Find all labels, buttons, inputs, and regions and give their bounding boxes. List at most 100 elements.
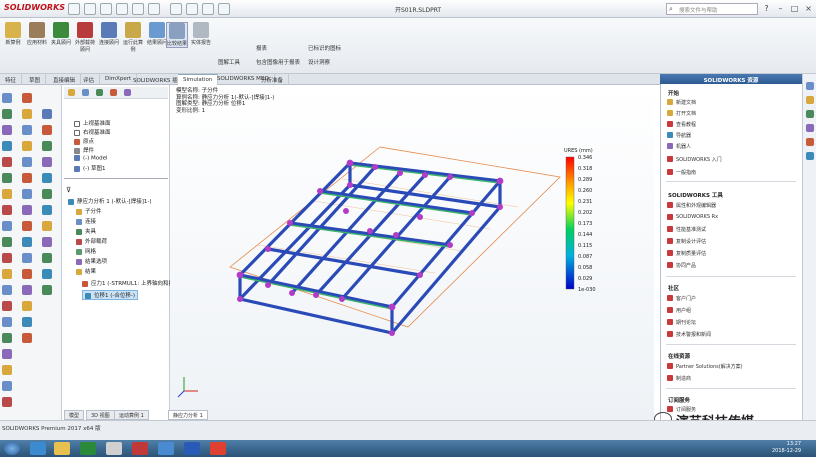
link-copy-design-eval[interactable]: 复制设计评估	[667, 238, 706, 245]
filter-icon[interactable]: ⊽	[66, 186, 71, 194]
link-general-guide[interactable]: 一般指南	[667, 169, 696, 176]
appearances-tab-icon[interactable]	[806, 138, 814, 146]
app-icon[interactable]	[132, 442, 148, 455]
tool-icon[interactable]	[2, 157, 12, 167]
link-collab-products[interactable]: 协同产品	[667, 262, 696, 269]
tool-icon[interactable]	[22, 109, 32, 119]
close-button[interactable]: ×	[802, 3, 815, 14]
tool-icon[interactable]	[22, 253, 32, 263]
system-clock[interactable]: 13:27 2018-12-29	[772, 441, 801, 455]
app-icon[interactable]	[106, 442, 122, 455]
ribbon-marked-icons[interactable]: 已标识的图标	[308, 44, 341, 52]
link-open-document[interactable]: 打开文档	[667, 110, 696, 117]
solidworks-taskbar-icon[interactable]	[210, 442, 226, 455]
tab-evaluate[interactable]: 评估	[78, 74, 101, 85]
tool-icon[interactable]	[2, 237, 12, 247]
property-tab-icon[interactable]	[82, 89, 89, 96]
tab-motion-study[interactable]: 运动算例 1	[114, 410, 149, 420]
search-input[interactable]: ⌕ 搜索文件与帮助	[666, 3, 758, 15]
media-icon[interactable]	[80, 442, 96, 455]
app-icon[interactable]	[158, 442, 174, 455]
tree-item-study[interactable]: 静应力分析 1 (-默认-[焊接]1-)	[68, 197, 152, 205]
home-icon[interactable]	[68, 3, 80, 15]
resources-tab-icon[interactable]	[806, 82, 814, 90]
link-navigator[interactable]: 导航器	[667, 132, 691, 139]
ribbon-entity-report-button[interactable]: 实体报告	[190, 22, 212, 46]
start-button-icon[interactable]	[4, 442, 20, 455]
word-icon[interactable]	[184, 442, 200, 455]
open-icon[interactable]	[100, 3, 112, 15]
tool-icon[interactable]	[42, 269, 52, 279]
tree-item-result-options[interactable]: 结果选项	[76, 257, 107, 265]
tool-icon[interactable]	[2, 333, 12, 343]
maximize-button[interactable]: □	[788, 3, 801, 14]
link-robot[interactable]: 机器人	[667, 143, 691, 150]
tool-icon[interactable]	[2, 109, 12, 119]
ribbon-include-image[interactable]: 包含图像用于报表	[256, 58, 300, 66]
save-icon[interactable]	[116, 3, 128, 15]
link-property-tab-builder[interactable]: 属性和外观编辑器	[667, 202, 716, 209]
config-tab-icon[interactable]	[96, 89, 103, 96]
tool-icon[interactable]	[42, 253, 52, 263]
tool-icon[interactable]	[42, 109, 52, 119]
view-palette-tab-icon[interactable]	[806, 124, 814, 132]
link-getting-started[interactable]: SOLIDWORKS 入门	[667, 156, 722, 163]
link-manufacturers[interactable]: 制造商	[667, 375, 691, 382]
tool-icon[interactable]	[2, 365, 12, 375]
tool-icon[interactable]	[42, 221, 52, 231]
tree-item-model[interactable]: (-) Model	[74, 155, 108, 162]
ribbon-new-study-button[interactable]: 新算例	[2, 22, 24, 46]
ie-icon[interactable]	[30, 442, 46, 455]
tool-icon[interactable]	[22, 189, 32, 199]
graphics-viewport[interactable]	[170, 85, 654, 420]
tab-model[interactable]: 模型	[64, 410, 85, 420]
tool-icon[interactable]	[2, 173, 12, 183]
tool-icon[interactable]	[42, 189, 52, 199]
link-tutorials[interactable]: 查看教程	[667, 121, 696, 128]
link-performance-benchmark[interactable]: 性能基准测试	[667, 226, 706, 233]
tool-icon[interactable]	[22, 221, 32, 231]
tool-icon[interactable]	[2, 253, 12, 263]
tool-icon[interactable]	[2, 189, 12, 199]
tool-icon[interactable]	[22, 157, 32, 167]
ribbon-fixtures-button[interactable]: 夹具顾问	[50, 22, 72, 46]
tool-icon[interactable]	[42, 237, 52, 247]
tool-icon[interactable]	[2, 301, 12, 311]
tree-splitter[interactable]	[64, 178, 168, 179]
tool-icon[interactable]	[2, 205, 12, 215]
tool-icon[interactable]	[22, 269, 32, 279]
tree-item-external-loads[interactable]: 外部载荷	[76, 237, 107, 245]
ribbon-results-advisor-button[interactable]: 结果顾问	[146, 22, 168, 46]
tab-static-study[interactable]: 静应力分析 1	[168, 410, 208, 420]
ribbon-design-insight[interactable]: 设计洞察	[308, 58, 330, 66]
tool-icon[interactable]	[2, 317, 12, 327]
print-icon[interactable]	[132, 3, 144, 15]
tool-icon[interactable]	[42, 125, 52, 135]
tool-icon[interactable]	[42, 173, 52, 183]
tool-icon[interactable]	[22, 93, 32, 103]
tool-icon[interactable]	[2, 269, 12, 279]
tree-item-sketch1[interactable]: (-) 草图1	[74, 164, 106, 172]
tree-item-stress1[interactable]: 应力1 (-STRMUL1: 上界轴向和折弯	[82, 279, 180, 287]
ribbon-loads-button[interactable]: 外部载荷顾问	[74, 22, 96, 53]
tool-icon[interactable]	[22, 125, 32, 135]
link-new-document[interactable]: 新建文档	[667, 99, 696, 106]
tree-item-results[interactable]: 结果	[76, 267, 96, 275]
tree-item-weldment[interactable]: 焊件	[74, 146, 94, 154]
link-solidworks-rx[interactable]: SOLIDWORKS Rx	[667, 214, 718, 220]
tree-item-top-plane[interactable]: 上视基准面	[74, 119, 111, 127]
link-customer-portal[interactable]: 客户门户	[667, 295, 696, 302]
tab-features[interactable]: 特征	[0, 74, 23, 85]
tool-icon[interactable]	[2, 397, 12, 407]
ribbon-plot-tools[interactable]: 图解工具	[218, 58, 240, 66]
link-partner-solutions[interactable]: Partner Solutions(解决方案)	[667, 363, 743, 370]
tool-icon[interactable]	[42, 157, 52, 167]
tool-icon[interactable]	[22, 173, 32, 183]
rebuild-icon[interactable]	[186, 3, 198, 15]
tool-icon[interactable]	[2, 141, 12, 151]
link-tech-alerts[interactable]: 技术警报和新闻	[667, 331, 711, 338]
tool-icon[interactable]	[2, 349, 12, 359]
ribbon-apply-material-button[interactable]: 应用材料	[26, 22, 48, 46]
ribbon-run-button[interactable]: 运行此算例	[122, 22, 144, 53]
tool-icon[interactable]	[2, 221, 12, 231]
